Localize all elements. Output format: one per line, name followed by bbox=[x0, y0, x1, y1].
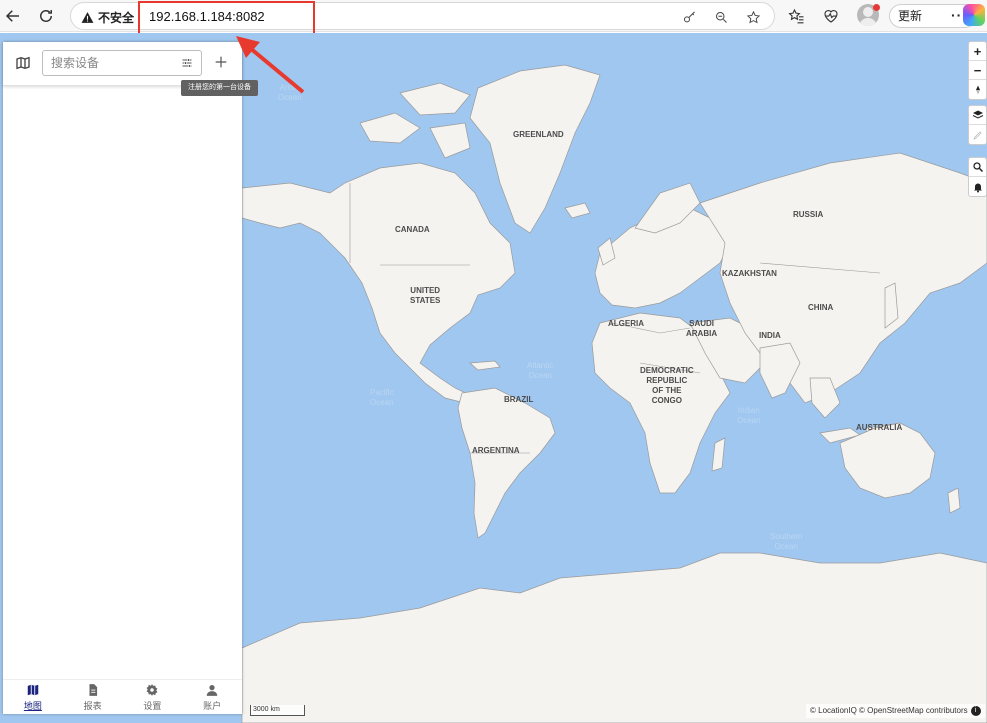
key-icon[interactable] bbox=[679, 7, 699, 27]
nav-account[interactable]: 账户 bbox=[182, 680, 242, 714]
label-greenland: GREENLAND bbox=[513, 130, 564, 139]
report-icon bbox=[89, 683, 97, 696]
attribution-text: © LocationIQ © OpenStreetMap contributor… bbox=[810, 706, 968, 715]
nav-reports-label: 报表 bbox=[83, 700, 102, 711]
zoom-controls: + − bbox=[968, 41, 987, 100]
back-button[interactable] bbox=[0, 3, 26, 29]
label-pacific-ocean: Pacific Ocean bbox=[370, 388, 394, 407]
label-atlantic-ocean: Atlantic Ocean bbox=[527, 361, 554, 380]
map-scale: 3000 km bbox=[250, 705, 305, 716]
label-canada: CANADA bbox=[395, 225, 430, 234]
label-brazil: BRAZIL bbox=[504, 395, 534, 404]
compass-button[interactable] bbox=[969, 80, 986, 99]
label-algeria: ALGERIA bbox=[608, 319, 644, 328]
favorites-list-icon bbox=[788, 8, 804, 24]
annotation-arrow bbox=[236, 36, 305, 94]
label-united-states: UNITED STATES bbox=[410, 286, 441, 305]
label-china: CHINA bbox=[808, 303, 834, 312]
security-warning[interactable]: 不安全 bbox=[81, 9, 134, 26]
nav-settings-label: 设置 bbox=[143, 700, 162, 711]
nav-account-label: 账户 bbox=[203, 700, 222, 711]
layers-icon bbox=[972, 110, 983, 119]
map-attribution: © LocationIQ © OpenStreetMap contributor… bbox=[806, 704, 985, 718]
bottom-navigation: 地图 报表 设置 账户 bbox=[3, 679, 242, 714]
label-southern-ocean: Southern Ocean bbox=[770, 532, 803, 551]
tool-controls bbox=[968, 157, 987, 197]
browser-toolbar: 不安全 192.168.1.184:8082 更新 ··· bbox=[0, 0, 987, 35]
nav-map-label: 地图 bbox=[23, 700, 42, 711]
gear-icon bbox=[146, 683, 158, 696]
map-icon[interactable] bbox=[15, 55, 31, 71]
map-icon bbox=[27, 684, 39, 695]
nav-map[interactable]: 地图 bbox=[3, 680, 63, 714]
zoom-out-button[interactable]: − bbox=[969, 61, 986, 80]
pencil-icon bbox=[972, 130, 982, 140]
reload-icon bbox=[40, 10, 52, 22]
add-device-button[interactable] bbox=[213, 54, 229, 70]
nav-reports[interactable]: 报表 bbox=[63, 680, 123, 714]
profile-notification-dot bbox=[873, 4, 880, 11]
compass-icon bbox=[975, 85, 980, 94]
notifications-button[interactable] bbox=[969, 177, 986, 196]
device-search-input[interactable] bbox=[51, 55, 171, 71]
filter-tune-icon[interactable] bbox=[181, 57, 193, 69]
layers-button[interactable] bbox=[969, 106, 986, 125]
warning-triangle-icon bbox=[81, 12, 94, 23]
label-drc: DEMOCRATIC REPUBLIC OF THE CONGO bbox=[640, 366, 694, 405]
zoom-in-button[interactable]: + bbox=[969, 42, 986, 61]
favorite-star-icon[interactable] bbox=[743, 7, 763, 27]
label-saudi-arabia: SAUDI ARABIA bbox=[686, 319, 718, 338]
nav-settings[interactable]: 设置 bbox=[123, 680, 183, 714]
label-australia: AUSTRALIA bbox=[856, 423, 903, 432]
device-panel: 地图 报表 设置 账户 bbox=[3, 42, 242, 714]
reload-button[interactable] bbox=[33, 3, 59, 29]
zoom-out-icon[interactable] bbox=[711, 7, 731, 27]
update-label: 更新 bbox=[898, 9, 923, 23]
person-icon bbox=[206, 684, 218, 696]
layer-controls bbox=[968, 105, 987, 145]
label-kazakhstan: KAZAKHSTAN bbox=[722, 269, 777, 278]
health-button[interactable] bbox=[818, 3, 844, 29]
label-russia: RUSSIA bbox=[793, 210, 824, 219]
label-indian-ocean: Indian Ocean bbox=[737, 406, 761, 425]
label-india: INDIA bbox=[759, 331, 781, 340]
label-argentina: ARGENTINA bbox=[472, 446, 520, 455]
search-icon bbox=[972, 162, 983, 173]
security-label: 不安全 bbox=[98, 11, 135, 25]
arrow-left-icon bbox=[5, 10, 19, 22]
draw-button[interactable] bbox=[969, 125, 986, 144]
favorites-button[interactable] bbox=[783, 3, 809, 29]
bell-icon bbox=[973, 183, 982, 192]
info-icon[interactable]: i bbox=[970, 705, 981, 716]
heartbeat-icon bbox=[824, 10, 838, 23]
search-box bbox=[42, 50, 202, 76]
search-map-button[interactable] bbox=[969, 158, 986, 177]
copilot-icon[interactable] bbox=[963, 4, 985, 26]
